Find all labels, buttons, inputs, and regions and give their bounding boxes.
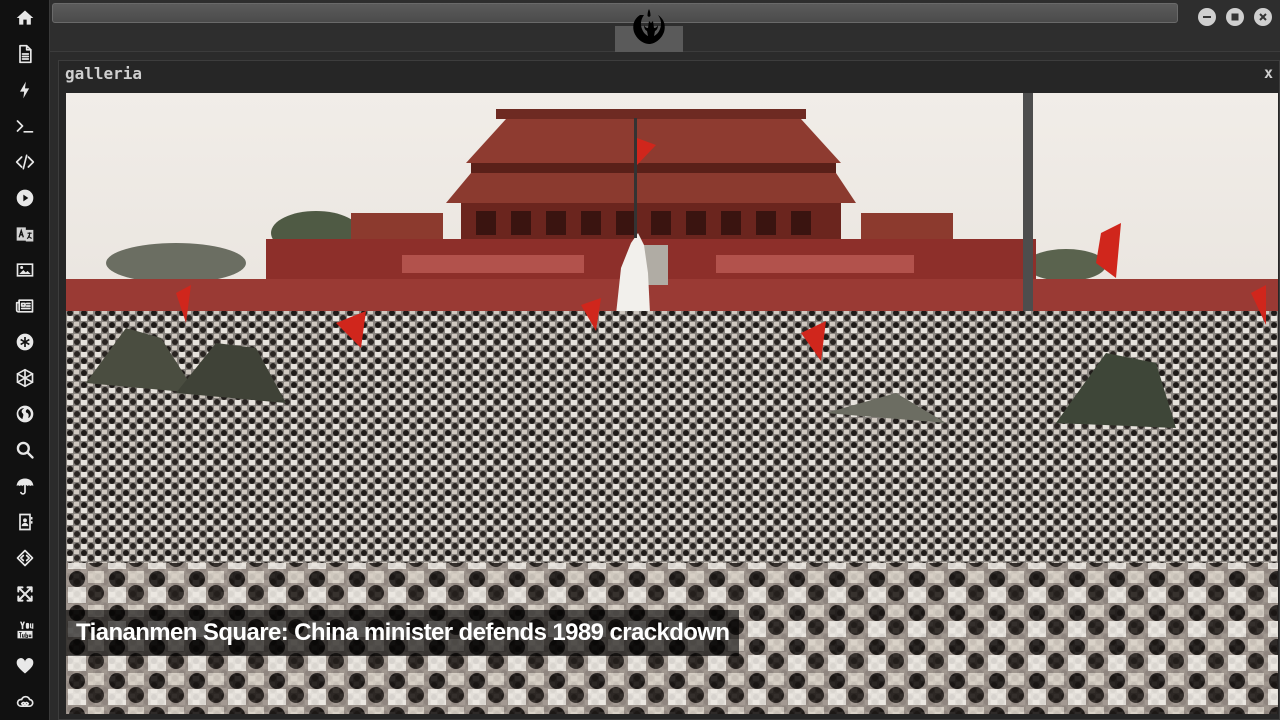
sidebar-item-translate[interactable] xyxy=(0,216,50,252)
photo-caption: Tiananmen Square: China minister defends… xyxy=(66,610,740,656)
sidebar-item-contacts[interactable] xyxy=(0,504,50,540)
sidebar-item-document[interactable] xyxy=(0,36,50,72)
lightning-icon xyxy=(20,81,30,99)
contact-book-icon xyxy=(19,513,33,531)
minimize-button[interactable] xyxy=(1198,8,1216,26)
sidebar-item-lightning[interactable] xyxy=(0,72,50,108)
close-icon xyxy=(1259,13,1267,21)
play-icon xyxy=(16,189,34,207)
gallery-photo[interactable]: Tiananmen Square: China minister defends… xyxy=(66,93,1278,714)
asterisk-icon xyxy=(16,333,34,351)
sidebar-item-hexagon[interactable] xyxy=(0,360,50,396)
terminal-icon xyxy=(16,120,34,133)
sidebar xyxy=(0,0,50,720)
sidebar-item-asterisk[interactable] xyxy=(0,324,50,360)
sidebar-item-youtube[interactable] xyxy=(0,612,50,648)
sidebar-item-code-diamond[interactable] xyxy=(0,540,50,576)
sidebar-item-code[interactable] xyxy=(0,144,50,180)
sidebar-item-umbrella[interactable] xyxy=(0,468,50,504)
gallery-window: galleria x Tiananmen Square: China minis… xyxy=(58,60,1280,720)
code-diamond-icon xyxy=(16,549,34,567)
document-icon xyxy=(19,44,32,64)
maximize-icon xyxy=(1231,13,1239,21)
home-icon xyxy=(16,10,34,25)
sidebar-item-play[interactable] xyxy=(0,180,50,216)
hexagon-icon xyxy=(16,368,34,388)
gallery-close-button[interactable]: x xyxy=(1264,64,1273,82)
image-icon xyxy=(16,263,34,277)
search-icon xyxy=(16,441,34,459)
address-bar[interactable] xyxy=(52,3,1178,23)
minimize-icon xyxy=(1203,16,1211,18)
sidebar-item-home[interactable] xyxy=(0,0,50,36)
translate-icon xyxy=(16,227,34,242)
top-bar xyxy=(50,0,1280,52)
sidebar-item-search[interactable] xyxy=(0,432,50,468)
sidebar-item-heart[interactable] xyxy=(0,648,50,684)
youtube-icon xyxy=(17,621,34,639)
sidebar-item-globe[interactable] xyxy=(0,396,50,432)
heart-icon xyxy=(16,658,34,674)
infinity-cloud-icon xyxy=(16,695,34,707)
umbrella-icon xyxy=(16,478,34,495)
close-window-button[interactable] xyxy=(1254,8,1272,26)
gallery-title: galleria xyxy=(65,64,143,83)
sidebar-item-image[interactable] xyxy=(0,252,50,288)
sidebar-item-expand[interactable] xyxy=(0,576,50,612)
globe-icon xyxy=(16,405,34,423)
expand-icon xyxy=(17,586,33,602)
sidebar-item-infinity-cloud[interactable] xyxy=(0,684,50,720)
rebel-alliance-logo-icon[interactable] xyxy=(631,8,667,46)
code-icon xyxy=(15,154,35,170)
sidebar-item-terminal[interactable] xyxy=(0,108,50,144)
sidebar-item-newspaper[interactable] xyxy=(0,288,50,324)
maximize-button[interactable] xyxy=(1226,8,1244,26)
newspaper-icon xyxy=(15,299,34,313)
